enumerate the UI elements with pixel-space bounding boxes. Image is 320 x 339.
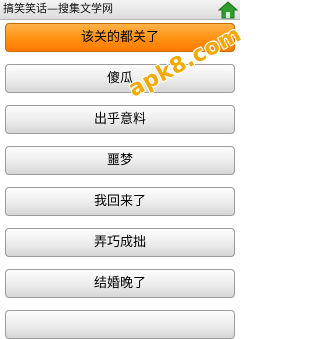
- list-item[interactable]: 弄巧成拙: [5, 228, 235, 257]
- list-item[interactable]: [5, 310, 235, 339]
- list-item[interactable]: 出乎意料: [5, 105, 235, 134]
- home-icon[interactable]: [218, 1, 238, 19]
- list-item[interactable]: 结婚晚了: [5, 269, 235, 298]
- title-bar: 搞笑笑话—搜集文学网: [0, 0, 240, 20]
- list-item[interactable]: 噩梦: [5, 146, 235, 175]
- app-title: 搞笑笑话—搜集文学网: [3, 2, 113, 15]
- list-item[interactable]: 该关的都关了: [5, 23, 235, 52]
- list-item[interactable]: 傻瓜: [5, 64, 235, 93]
- list-item[interactable]: 我回来了: [5, 187, 235, 216]
